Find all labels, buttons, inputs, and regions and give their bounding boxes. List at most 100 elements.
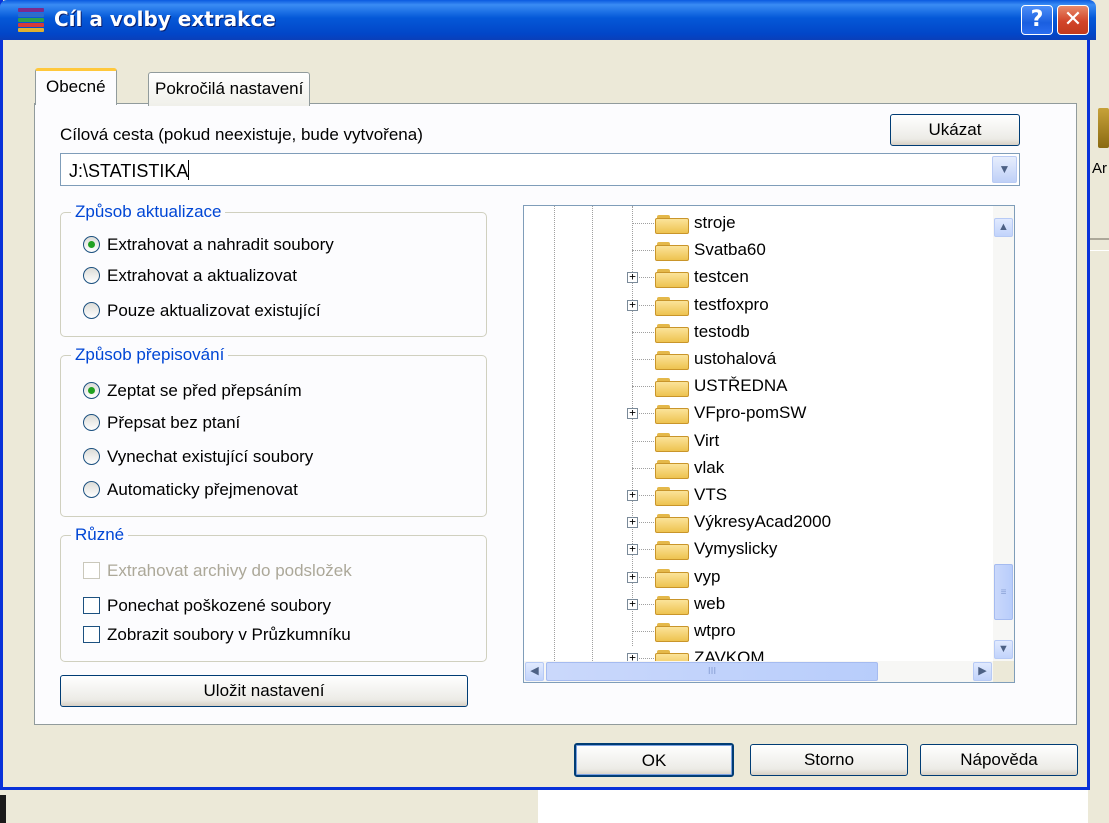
tree-folder-item[interactable]: + VFpro-pomSW xyxy=(524,400,994,427)
scroll-left-icon[interactable]: ◀ xyxy=(525,662,544,681)
destination-path-label: Cílová cesta (pokud neexistuje, bude vyt… xyxy=(60,125,423,144)
folder-tree[interactable]: stroje Svatba60 + testcen + testfoxpro testodb… xyxy=(523,205,1015,683)
tab-advanced[interactable]: Pokročilá nastavení xyxy=(148,72,311,106)
tree-folder-item[interactable]: + testcen xyxy=(524,264,994,291)
tree-vertical-scrollbar[interactable]: ▲ ≡ ▼ xyxy=(993,206,1014,661)
radio-icon[interactable] xyxy=(83,448,100,465)
option-label: Extrahovat a aktualizovat xyxy=(107,266,297,285)
window-title: Cíl a volby extrakce xyxy=(54,7,276,31)
radio-selected-icon[interactable] xyxy=(83,382,100,399)
option-label: Extrahovat archivy do podsložek xyxy=(107,561,352,580)
folder-icon xyxy=(655,432,689,452)
tree-item-label: Svatba60 xyxy=(694,240,766,260)
winrar-icon xyxy=(18,8,44,32)
tree-connector xyxy=(632,359,654,360)
close-button[interactable]: ✕ xyxy=(1057,5,1089,35)
tree-folder-item[interactable]: + web xyxy=(524,591,994,618)
misc-option-keep-broken[interactable]: Ponechat poškozené soubory xyxy=(83,596,331,616)
expand-plus-icon[interactable]: + xyxy=(627,271,638,284)
help-button[interactable]: Nápověda xyxy=(920,744,1078,776)
expand-plus-icon[interactable]: + xyxy=(627,543,638,556)
tree-folder-item[interactable]: Svatba60 xyxy=(524,237,994,264)
option-label: Vynechat existující soubory xyxy=(107,447,314,466)
background-label: Ar xyxy=(1092,160,1107,177)
tree-folder-item[interactable]: + Vymyslicky xyxy=(524,536,994,563)
radio-icon[interactable] xyxy=(83,414,100,431)
tree-folder-item[interactable]: + ZAVKOM xyxy=(524,645,994,661)
help-title-button[interactable]: ? xyxy=(1021,5,1053,35)
tree-item-label: Virt xyxy=(694,430,720,450)
tree-horizontal-scrollbar[interactable]: ◀ III ▶ xyxy=(524,661,994,682)
chevron-down-icon[interactable]: ▼ xyxy=(992,156,1017,183)
tree-folder-item[interactable]: ustohalová xyxy=(524,346,994,373)
background-left-edge-dark xyxy=(0,795,6,823)
folder-icon xyxy=(655,215,689,234)
save-settings-button[interactable]: Uložit nastavení xyxy=(60,675,468,707)
scroll-up-icon[interactable]: ▲ xyxy=(994,218,1013,237)
overwrite-option-rename[interactable]: Automaticky přejmenovat xyxy=(83,480,298,500)
folder-icon xyxy=(655,568,689,588)
extraction-dialog: Cíl a volby extrakce ? ✕ Obecné Pokročil… xyxy=(0,0,1096,790)
checkbox-icon[interactable] xyxy=(83,626,100,643)
tree-item-label: VTS xyxy=(694,485,728,504)
tree-item-label: USTŘEDNA xyxy=(694,376,788,396)
tree-connector xyxy=(632,440,654,442)
folder-icon xyxy=(655,351,689,370)
scroll-right-icon[interactable]: ▶ xyxy=(973,662,992,681)
update-option-update[interactable]: Extrahovat a aktualizovat xyxy=(83,266,297,286)
tree-folder-item[interactable]: + testfoxpro xyxy=(524,292,994,319)
tree-item-label: wtpro xyxy=(694,621,736,640)
expand-plus-icon[interactable]: + xyxy=(627,598,638,610)
overwrite-option-skip[interactable]: Vynechat existující soubory xyxy=(83,447,313,467)
tree-folder-item[interactable]: Virt xyxy=(524,428,994,455)
expand-plus-icon[interactable]: + xyxy=(627,516,638,529)
folder-icon xyxy=(655,650,689,661)
tree-connector xyxy=(632,223,654,224)
folder-icon xyxy=(655,296,689,316)
text-caret xyxy=(188,160,190,180)
tree-folder-item[interactable]: stroje xyxy=(524,210,994,237)
misc-option-show-in-explorer[interactable]: Zobrazit soubory v Průzkumníku xyxy=(83,625,351,645)
tree-connector xyxy=(632,386,654,388)
tree-folder-item[interactable]: + vyp xyxy=(524,564,994,591)
cancel-button[interactable]: Storno xyxy=(750,744,908,776)
overwrite-option-overwrite[interactable]: Přepsat bez ptaní xyxy=(83,413,240,433)
expand-plus-icon[interactable]: + xyxy=(627,489,638,501)
tree-folder-item[interactable]: + VýkresyAcad2000 xyxy=(524,509,994,536)
background-app-icon xyxy=(1098,108,1109,148)
show-button[interactable]: Ukázat xyxy=(890,114,1020,146)
tab-general[interactable]: Obecné xyxy=(35,68,117,105)
overwrite-option-ask[interactable]: Zeptat se před přepsáním xyxy=(83,381,302,401)
update-option-replace[interactable]: Extrahovat a nahradit soubory xyxy=(83,235,334,255)
radio-icon[interactable] xyxy=(83,267,100,284)
expand-plus-icon[interactable]: + xyxy=(627,652,638,661)
scroll-down-icon[interactable]: ▼ xyxy=(994,640,1013,659)
tree-item-label: testcen xyxy=(694,267,749,287)
ok-button[interactable]: OK xyxy=(574,743,734,777)
tree-item-label: VýkresyAcad2000 xyxy=(694,512,832,532)
folder-icon xyxy=(655,242,689,262)
checkbox-disabled-icon xyxy=(83,562,100,579)
expand-plus-icon[interactable]: + xyxy=(627,407,638,420)
tree-folder-item[interactable]: testodb xyxy=(524,319,994,346)
tree-folder-item[interactable]: vlak xyxy=(524,455,994,482)
tree-item-label: Vymyslicky xyxy=(694,539,778,559)
update-option-existing-only[interactable]: Pouze aktualizovat existující xyxy=(83,301,321,321)
radio-icon[interactable] xyxy=(83,302,100,319)
vertical-scroll-thumb[interactable]: ≡ xyxy=(994,564,1013,620)
checkbox-icon[interactable] xyxy=(83,597,100,614)
tree-connector xyxy=(632,467,654,469)
misc-group: Různé Extrahovat archivy do podsložek Po… xyxy=(60,525,487,662)
radio-icon[interactable] xyxy=(83,481,100,498)
title-bar[interactable]: Cíl a volby extrakce ? ✕ xyxy=(0,0,1096,40)
destination-path-combobox[interactable]: J:\STATISTIKA ▼ xyxy=(60,153,1020,186)
expand-plus-icon[interactable]: + xyxy=(627,571,638,583)
tree-item-label: web xyxy=(694,593,726,613)
expand-plus-icon[interactable]: + xyxy=(627,299,638,311)
tree-folder-item[interactable]: wtpro xyxy=(524,618,994,645)
radio-selected-icon[interactable] xyxy=(83,236,100,253)
tree-folder-item[interactable]: + VTS xyxy=(524,482,994,509)
horizontal-scroll-thumb[interactable]: III xyxy=(546,662,878,681)
misc-title: Různé xyxy=(71,525,129,545)
tree-folder-item[interactable]: USTŘEDNA xyxy=(524,373,994,400)
